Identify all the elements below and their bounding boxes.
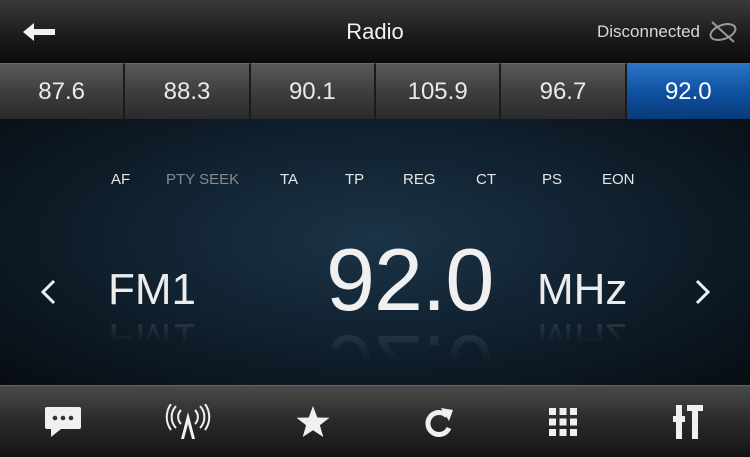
grid-menu-button[interactable]: [500, 386, 625, 457]
connection-status-text: Disconnected: [596, 22, 700, 41]
message-icon: [44, 407, 81, 437]
favorites-button[interactable]: [250, 386, 375, 457]
rds-pty-seek[interactable]: PTY SEEK: [166, 171, 239, 188]
rds-ct[interactable]: CT: [476, 171, 496, 188]
preset-button-4[interactable]: 105.9: [375, 63, 502, 119]
next-station-button[interactable]: [683, 269, 723, 315]
refresh-button[interactable]: [375, 386, 500, 457]
preset-bar: 87.6 88.3 90.1 105.9 96.7 92.0: [0, 63, 750, 119]
preset-button-6[interactable]: 92.0: [626, 63, 750, 119]
back-arrow-icon: [23, 23, 55, 41]
back-button[interactable]: [16, 14, 62, 50]
header-bar: Radio Disconnected: [0, 0, 750, 64]
refresh-icon: [424, 408, 453, 437]
satellite-disconnected-icon: [709, 21, 737, 43]
previous-station-button[interactable]: [28, 269, 68, 315]
settings-button[interactable]: [625, 386, 750, 457]
band-label: FM1: [108, 265, 196, 314]
preset-button-3[interactable]: 90.1: [250, 63, 376, 119]
broadcast-antenna-icon: [165, 404, 210, 439]
chevron-right-icon: [695, 279, 711, 305]
star-icon: [296, 406, 329, 437]
broadcast-button[interactable]: [125, 386, 250, 457]
rds-eon[interactable]: EON: [602, 171, 635, 188]
tuner-panel: AF PTY SEEK TA TP REG CT PS EON FM1 FM1 …: [0, 119, 750, 416]
rds-reg[interactable]: REG: [403, 171, 436, 188]
rds-tp[interactable]: TP: [345, 171, 364, 188]
rds-ps[interactable]: PS: [542, 171, 562, 188]
preset-button-1[interactable]: 87.6: [0, 63, 126, 119]
frequency-unit: MHz: [537, 265, 628, 314]
frequency-unit-reflection: MHz: [537, 314, 628, 363]
grid-icon: [548, 408, 577, 436]
band-label-reflection: FM1: [108, 314, 196, 363]
connection-status: Disconnected: [597, 20, 738, 44]
rds-af[interactable]: AF: [111, 171, 130, 188]
radio-screen: Radio Disconnected 87.6 88.3 90.1 105.9 …: [0, 0, 750, 457]
preset-button-2[interactable]: 88.3: [125, 63, 251, 119]
rds-ta[interactable]: TA: [280, 171, 298, 188]
preset-button-5[interactable]: 96.7: [501, 63, 627, 119]
bottom-toolbar: [0, 385, 750, 457]
message-button[interactable]: [0, 386, 125, 457]
settings-icon: [672, 405, 703, 439]
chevron-left-icon: [40, 279, 56, 305]
